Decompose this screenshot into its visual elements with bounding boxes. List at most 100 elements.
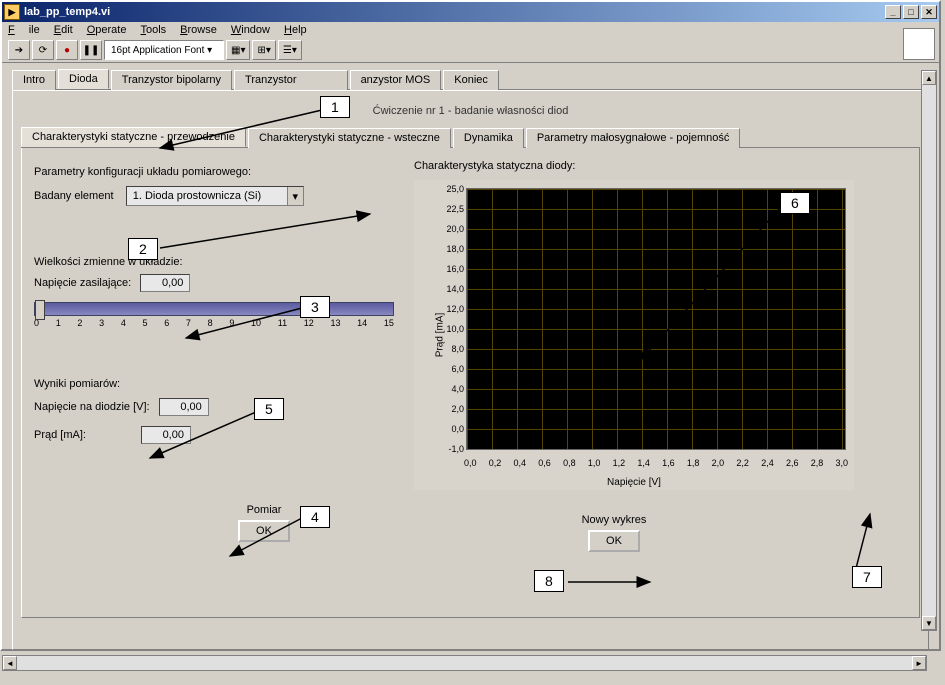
- tick: 2: [77, 318, 82, 328]
- tick: 14: [357, 318, 367, 328]
- chart-plot-area[interactable]: [466, 188, 846, 450]
- xtick: 1,4: [637, 458, 650, 468]
- supply-voltage-slider[interactable]: [34, 302, 394, 316]
- annotation-3: 3: [300, 296, 330, 318]
- title-bar: ▶ lab_pp_temp4.vi _ □ ✕: [2, 2, 939, 22]
- subtab-pojemnosc[interactable]: Parametry małosygnałowe - pojemność: [526, 128, 741, 148]
- font-selector[interactable]: 16pt Application Font ▾: [104, 40, 224, 60]
- chart-x-axis-label: Napięcie [V]: [607, 477, 661, 488]
- minimize-button[interactable]: _: [885, 5, 901, 19]
- slider-thumb[interactable]: [35, 300, 45, 320]
- tab-tranzystor-bipolarny[interactable]: Tranzystor bipolarny: [111, 70, 232, 90]
- exercise-subtitle: Ćwiczenie nr 1 - badanie własności diod: [21, 99, 920, 127]
- run-button[interactable]: ➔: [8, 40, 30, 60]
- menu-help[interactable]: Help: [284, 24, 307, 36]
- menu-operate[interactable]: Operate: [87, 24, 127, 36]
- results-heading: Wyniki pomiarów:: [34, 378, 394, 390]
- app-window: ▶ lab_pp_temp4.vi _ □ ✕ File Edit Operat…: [0, 0, 941, 651]
- element-combo[interactable]: 1. Dioda prostownicza (Si) ▾: [126, 186, 304, 206]
- main-tab-panel: Ćwiczenie nr 1 - badanie własności diod …: [12, 90, 929, 650]
- horizontal-scrollbar[interactable]: ◄ ►: [2, 655, 927, 671]
- tick: 5: [143, 318, 148, 328]
- close-button[interactable]: ✕: [921, 5, 937, 19]
- pause-icon: ❚❚: [83, 45, 100, 56]
- window-title: lab_pp_temp4.vi: [24, 6, 110, 18]
- annotation-6: 6: [780, 192, 810, 214]
- config-heading: Parametry konfiguracji układu pomiaroweg…: [34, 166, 394, 178]
- pause-button[interactable]: ❚❚: [80, 40, 102, 60]
- ytick: 16,0: [434, 264, 464, 274]
- menu-edit[interactable]: Edit: [54, 24, 73, 36]
- scroll-left-icon[interactable]: ◄: [3, 656, 17, 670]
- xtick: 3,0: [835, 458, 848, 468]
- new-plot-ok-button[interactable]: OK: [588, 530, 640, 552]
- font-selector-text: 16pt Application Font ▾: [111, 45, 212, 56]
- content-area: Intro Dioda Tranzystor bipolarny Tranzys…: [2, 63, 939, 656]
- xtick: 2,2: [736, 458, 749, 468]
- annotation-2: 2: [128, 238, 158, 260]
- xtick: 2,0: [712, 458, 725, 468]
- slider-ticks: 0 1 2 3 4 5 6 7 8 9 10 11 12 13: [34, 318, 394, 328]
- xtick: 2,4: [761, 458, 774, 468]
- xtick: 1,2: [613, 458, 626, 468]
- xtick: 1,6: [662, 458, 675, 468]
- new-plot-label: Nowy wykres: [534, 514, 694, 526]
- tab-dioda[interactable]: Dioda: [58, 69, 109, 89]
- xtick: 1,8: [687, 458, 700, 468]
- sub-tabs: Charakterystyki statyczne - przewodzenie…: [21, 127, 920, 148]
- current-value: 0,00: [141, 426, 191, 444]
- xtick: 2,6: [786, 458, 799, 468]
- menu-window[interactable]: Window: [231, 24, 270, 36]
- tab-tranzystor-partial[interactable]: Tranzystor: [234, 70, 348, 90]
- chart-x-ticks: 0,0 0,2 0,4 0,6 0,8 1,0 1,2 1,4 1,6 1,8 …: [464, 458, 848, 468]
- toolbar: ➔ ⟳ ● ❚❚ 16pt Application Font ▾ ▦▾ ⊞▾ ☰…: [2, 38, 939, 63]
- annotation-8: 8: [534, 570, 564, 592]
- tick: 9: [229, 318, 234, 328]
- tick: 11: [278, 318, 287, 328]
- scroll-down-icon[interactable]: ▼: [922, 616, 936, 630]
- measure-ok-button[interactable]: OK: [238, 520, 290, 542]
- xtick: 2,8: [811, 458, 824, 468]
- tick: 10: [251, 318, 261, 328]
- menu-bar: File Edit Operate Tools Browse Window He…: [2, 22, 939, 38]
- subtab-dynamika[interactable]: Dynamika: [453, 128, 524, 148]
- tick: 4: [121, 318, 126, 328]
- tick: 8: [208, 318, 213, 328]
- ytick: 25,0: [434, 184, 464, 194]
- run-arrow-icon: ➔: [15, 45, 23, 56]
- vertical-scrollbar[interactable]: ▲ ▼: [921, 70, 937, 631]
- scroll-right-icon[interactable]: ►: [912, 656, 926, 670]
- vi-icon[interactable]: [903, 28, 935, 60]
- maximize-button[interactable]: □: [903, 5, 919, 19]
- chart-heading: Charakterystyka statyczna diody:: [414, 160, 907, 172]
- tab-koniec[interactable]: Koniec: [443, 70, 499, 90]
- xtick: 0,8: [563, 458, 576, 468]
- ytick: 14,0: [434, 284, 464, 294]
- run-cont-icon: ⟳: [39, 45, 47, 56]
- menu-file[interactable]: File: [8, 24, 40, 36]
- menu-tools[interactable]: Tools: [140, 24, 166, 36]
- xtick: 0,2: [489, 458, 502, 468]
- abort-button[interactable]: ●: [56, 40, 78, 60]
- tick: 3: [99, 318, 104, 328]
- supply-voltage-value[interactable]: 0,00: [140, 274, 190, 292]
- align-menu[interactable]: ▦▾: [226, 40, 250, 60]
- right-column: Charakterystyka statyczna diody: Prąd [m…: [414, 160, 907, 605]
- ytick: 4,0: [434, 384, 464, 394]
- align-icon: ▦▾: [231, 45, 245, 56]
- app-icon: ▶: [4, 4, 20, 20]
- menu-browse[interactable]: Browse: [180, 24, 217, 36]
- run-continuous-button[interactable]: ⟳: [32, 40, 54, 60]
- variables-heading: Wielkości zmienne w układzie:: [34, 256, 394, 268]
- annotation-5: 5: [254, 398, 284, 420]
- tab-tranzystor-mos[interactable]: anzystor MOS: [350, 70, 442, 90]
- tab-intro[interactable]: Intro: [12, 70, 56, 90]
- element-label: Badany element: [34, 190, 114, 202]
- ytick: 10,0: [434, 324, 464, 334]
- reorder-menu[interactable]: ☰▾: [278, 40, 302, 60]
- subtab-przewodzenie[interactable]: Charakterystyki statyczne - przewodzenie: [21, 127, 246, 147]
- tick: 15: [384, 318, 394, 328]
- subtab-wsteczne[interactable]: Charakterystyki statyczne - wsteczne: [248, 128, 451, 148]
- scroll-up-icon[interactable]: ▲: [922, 71, 936, 85]
- distribute-menu[interactable]: ⊞▾: [252, 40, 275, 60]
